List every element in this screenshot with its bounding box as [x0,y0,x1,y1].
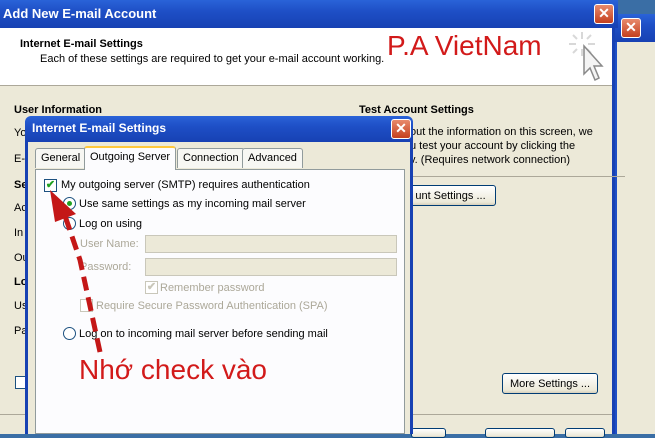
cursor-icon [569,32,604,82]
tab-outgoing-label: Outgoing Server [90,151,171,163]
outer-header-subtitle: Each of these settings are required to g… [40,53,385,65]
tab-outgoing-server[interactable]: Outgoing Server [84,146,177,170]
tab-advanced[interactable]: Advanced [242,148,303,168]
background-close-icon[interactable]: ✕ [621,18,641,38]
dialog-titlebar: Internet E-mail Settings [25,116,413,142]
spa-label: Require Secure Password Authentication (… [96,300,328,312]
dialog-close-icon[interactable]: ✕ [391,119,411,139]
remember-password-checkbox[interactable]: ✔ [145,281,158,294]
tab-connection-label: Connection [183,152,239,164]
test-account-settings-label: unt Settings ... [415,190,486,202]
left-fragment-1: E- [14,153,25,165]
test-text-line2: u test your account by clicking the [410,140,576,152]
tab-connection[interactable]: Connection [177,148,245,168]
annotation-text: Nhớ check vào [79,354,268,385]
background-window [615,14,655,434]
outer-bottom-button-2[interactable] [485,428,555,438]
more-settings-label: More Settings ... [509,378,591,390]
tab-strip: General Outgoing Server Connection Advan… [35,146,405,170]
outer-titlebar: Add New E-mail Account [0,0,618,28]
user-name-input[interactable] [145,235,397,253]
test-text-line3: v. (Requires network connection) [410,154,570,166]
annotation-arrow-icon [50,190,103,353]
remember-password-label: Remember password [160,282,265,294]
outer-bottom-button-1[interactable] [411,428,446,438]
user-information-heading: User Information [14,104,103,116]
test-text-line1: out the information on this screen, we [410,126,593,138]
outer-header-title: Internet E-mail Settings [20,38,143,50]
outer-close-icon[interactable]: ✕ [594,4,614,24]
outer-title: Add New E-mail Account [3,6,157,21]
tab-advanced-label: Advanced [248,152,297,164]
outer-bottom-button-3[interactable] [565,428,605,438]
dialog-title: Internet E-mail Settings [32,121,167,135]
test-account-settings-button[interactable]: unt Settings ... [405,185,496,206]
more-settings-button[interactable]: More Settings ... [502,373,598,394]
watermark-text: P.A VietNam [387,30,542,61]
test-settings-heading: Test Account Settings [359,104,474,116]
password-input[interactable] [145,258,397,276]
test-results-area [410,176,625,178]
tab-general[interactable]: General [35,148,87,168]
left-fragment-4: In [14,227,24,239]
tab-general-label: General [41,152,81,164]
